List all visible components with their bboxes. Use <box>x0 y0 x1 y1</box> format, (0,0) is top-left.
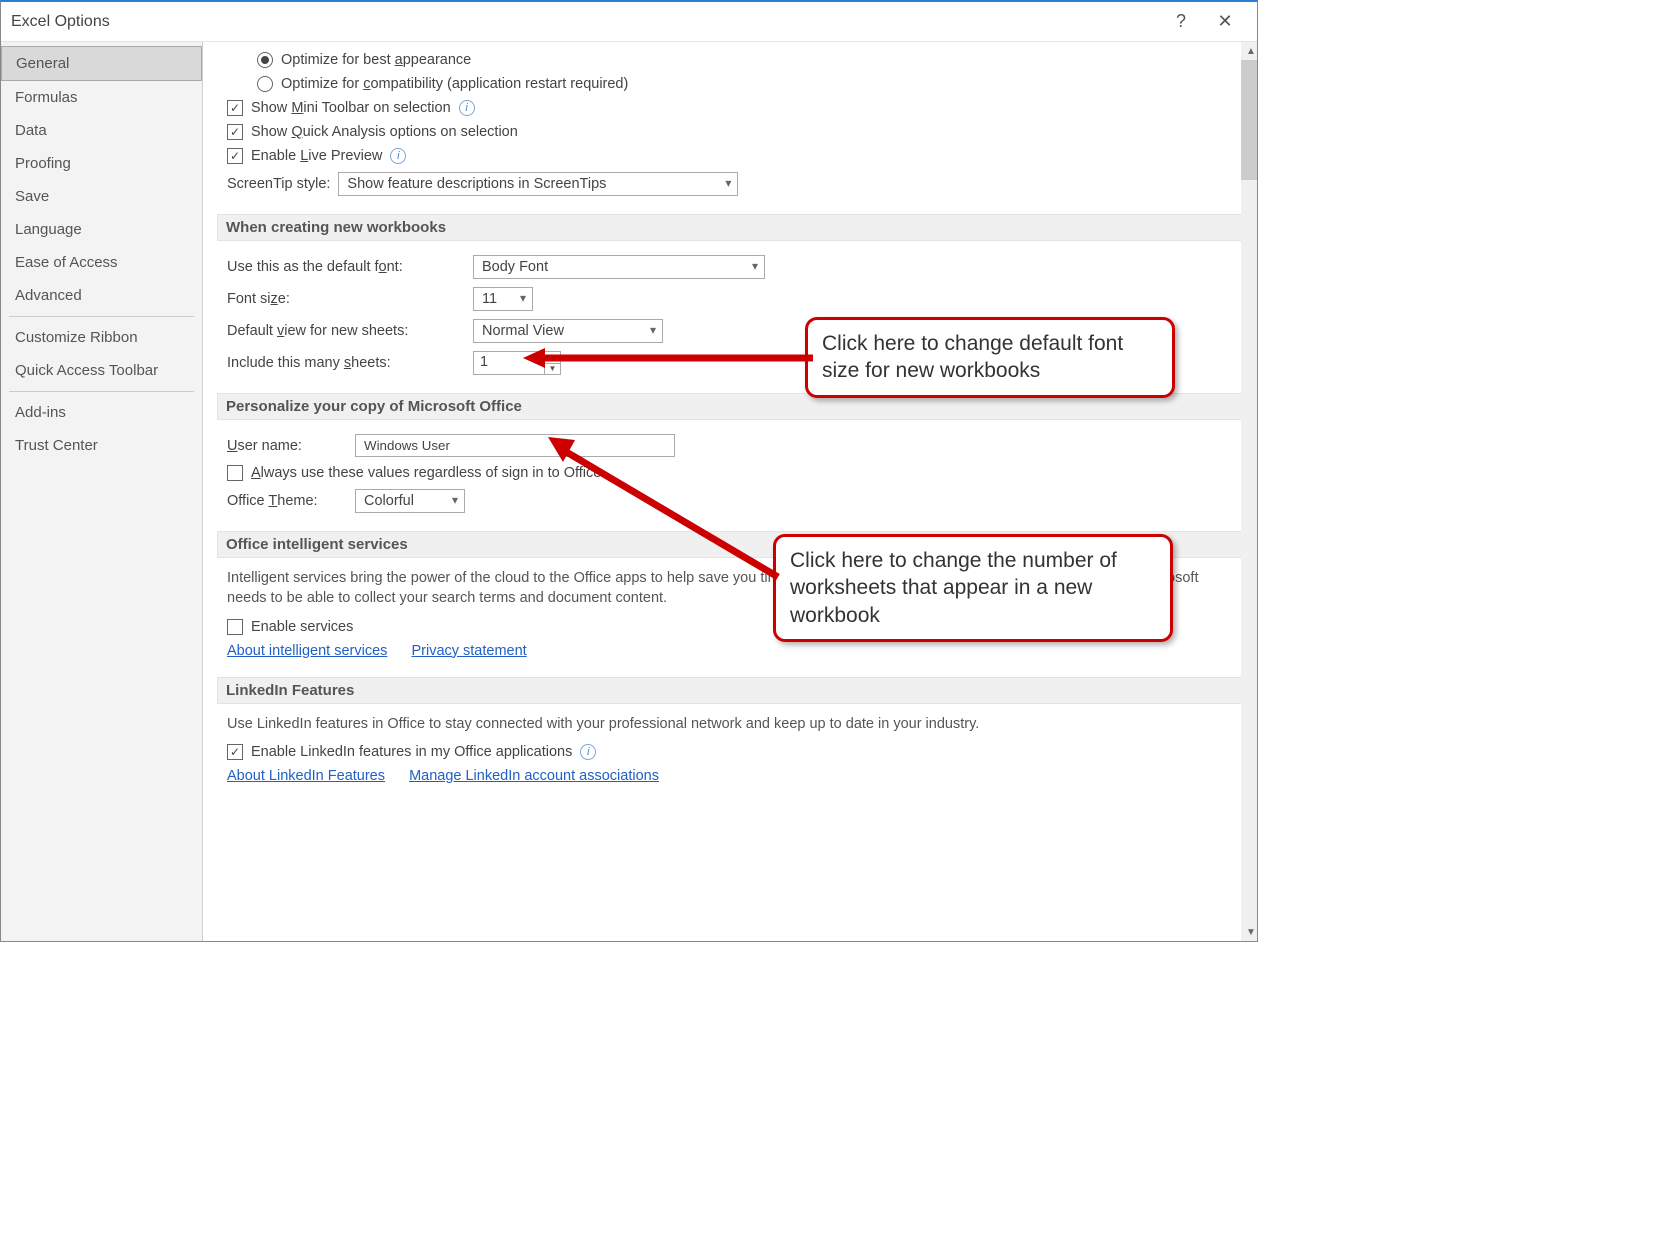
screentip-select[interactable]: Show feature descriptions in ScreenTips <box>338 172 738 196</box>
office-theme-select[interactable]: Colorful <box>355 489 465 513</box>
info-icon[interactable]: i <box>390 148 406 164</box>
screentip-label: ScreenTip style: <box>227 176 330 192</box>
optimize-compat-label: Optimize for compatibility (application … <box>281 76 628 92</box>
category-sidebar: General Formulas Data Proofing Save Lang… <box>1 42 203 941</box>
excel-options-dialog: Excel Options ? ✕ General Formulas Data … <box>0 0 1258 942</box>
sidebar-item-quick-access-toolbar[interactable]: Quick Access Toolbar <box>1 354 202 387</box>
sidebar-item-data[interactable]: Data <box>1 114 202 147</box>
default-font-label: Use this as the default font: <box>227 259 465 275</box>
show-quick-analysis-checkbox[interactable]: ✓ <box>227 124 243 140</box>
enable-linkedin-checkbox[interactable]: ✓ <box>227 744 243 760</box>
vertical-scrollbar[interactable]: ▲ ▼ <box>1241 42 1257 941</box>
font-size-select[interactable]: 11 <box>473 287 533 311</box>
font-size-label: Font size: <box>227 291 465 307</box>
callout-font-size: Click here to change default font size f… <box>805 317 1175 398</box>
titlebar: Excel Options ? ✕ <box>1 2 1257 42</box>
sidebar-item-advanced[interactable]: Advanced <box>1 279 202 312</box>
username-label: User name: <box>227 438 347 454</box>
enable-live-preview-checkbox[interactable]: ✓ <box>227 148 243 164</box>
always-use-values-checkbox[interactable] <box>227 465 243 481</box>
help-button[interactable]: ? <box>1159 11 1203 32</box>
options-content: Optimize for best appearance Optimize fo… <box>203 42 1257 941</box>
info-icon[interactable]: i <box>580 744 596 760</box>
spinner-down[interactable]: ▼ <box>545 363 560 375</box>
linkedin-desc: Use LinkedIn features in Office to stay … <box>227 714 1237 734</box>
privacy-statement-link[interactable]: Privacy statement <box>411 643 526 659</box>
close-button[interactable]: ✕ <box>1203 11 1247 32</box>
default-font-select[interactable]: Body Font <box>473 255 765 279</box>
dialog-title: Excel Options <box>11 13 1159 31</box>
enable-live-preview-label: Enable Live Preview <box>251 148 382 164</box>
sidebar-item-general[interactable]: General <box>1 46 202 81</box>
show-quick-analysis-label: Show Quick Analysis options on selection <box>251 124 518 140</box>
about-intelligent-services-link[interactable]: About intelligent services <box>227 643 387 659</box>
optimize-best-radio[interactable] <box>257 52 273 68</box>
sidebar-item-customize-ribbon[interactable]: Customize Ribbon <box>1 321 202 354</box>
enable-services-label: Enable services <box>251 619 353 635</box>
scroll-thumb[interactable] <box>1241 60 1257 180</box>
sidebar-item-proofing[interactable]: Proofing <box>1 147 202 180</box>
show-mini-toolbar-label: Show Mini Toolbar on selection <box>251 100 451 116</box>
sidebar-item-trust-center[interactable]: Trust Center <box>1 429 202 462</box>
sidebar-item-add-ins[interactable]: Add-ins <box>1 396 202 429</box>
office-theme-label: Office Theme: <box>227 493 347 509</box>
sidebar-item-language[interactable]: Language <box>1 213 202 246</box>
optimize-best-label: Optimize for best appearance <box>281 52 471 68</box>
section-linkedin: LinkedIn Features <box>217 677 1247 704</box>
enable-linkedin-label: Enable LinkedIn features in my Office ap… <box>251 744 572 760</box>
callout-sheets: Click here to change the number of works… <box>773 534 1173 642</box>
default-view-label: Default view for new sheets: <box>227 323 465 339</box>
spinner-up[interactable]: ▲ <box>545 352 560 363</box>
sidebar-item-save[interactable]: Save <box>1 180 202 213</box>
about-linkedin-link[interactable]: About LinkedIn Features <box>227 768 385 784</box>
sidebar-item-formulas[interactable]: Formulas <box>1 81 202 114</box>
optimize-compat-radio[interactable] <box>257 76 273 92</box>
manage-linkedin-link[interactable]: Manage LinkedIn account associations <box>409 768 659 784</box>
always-use-values-label: Always use these values regardless of si… <box>251 465 605 481</box>
section-creating-workbooks: When creating new workbooks <box>217 214 1247 241</box>
include-sheets-spinner[interactable]: 1 ▲▼ <box>473 351 561 375</box>
default-view-select[interactable]: Normal View <box>473 319 663 343</box>
scroll-down-button[interactable]: ▼ <box>1241 923 1257 941</box>
sidebar-separator <box>9 316 194 317</box>
sidebar-separator <box>9 391 194 392</box>
username-input[interactable] <box>355 434 675 457</box>
sidebar-item-ease-of-access[interactable]: Ease of Access <box>1 246 202 279</box>
scroll-up-button[interactable]: ▲ <box>1241 42 1257 60</box>
show-mini-toolbar-checkbox[interactable]: ✓ <box>227 100 243 116</box>
info-icon[interactable]: i <box>459 100 475 116</box>
include-sheets-label: Include this many sheets: <box>227 355 465 371</box>
enable-services-checkbox[interactable] <box>227 619 243 635</box>
